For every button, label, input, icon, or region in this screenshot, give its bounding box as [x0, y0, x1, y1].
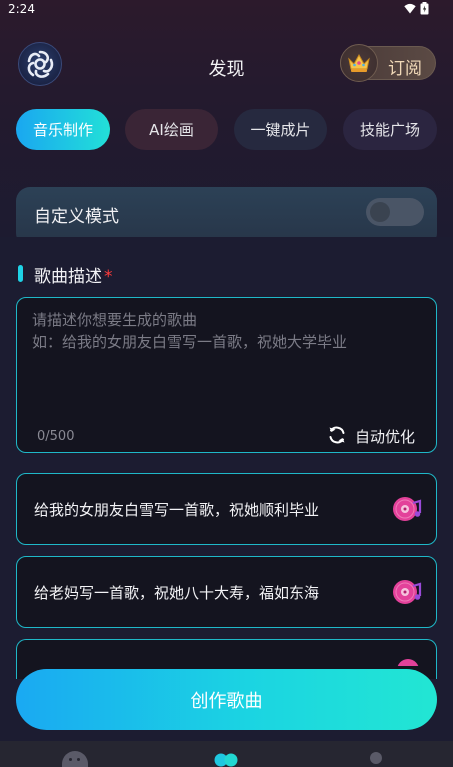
music-disc-icon	[393, 580, 422, 604]
tab-music-creation[interactable]: 音乐制作	[16, 109, 110, 150]
crown-badge	[340, 44, 378, 82]
toggle-knob	[370, 202, 390, 222]
chat-eye-right	[77, 758, 80, 761]
music-disc-icon	[397, 659, 419, 666]
chat-eye-left	[69, 758, 72, 761]
create-song-button[interactable]: 创作歌曲	[16, 669, 437, 730]
discover-nav-icon[interactable]	[213, 752, 239, 767]
tab-ai-painting[interactable]: AI绘画	[125, 109, 218, 150]
required-mark: *	[104, 267, 113, 287]
input-placeholder-line1: 请描述你想要生成的歌曲	[32, 311, 198, 329]
wifi-icon	[404, 3, 416, 14]
tab-one-click-video[interactable]: 一键成片	[234, 109, 327, 150]
section-marker	[18, 265, 23, 282]
auto-optimize-button[interactable]: 自动优化	[355, 426, 415, 447]
section-title: 歌曲描述 *	[34, 267, 113, 287]
char-counter: 0/500	[37, 429, 75, 444]
crown-icon	[348, 53, 370, 72]
tab-skill-plaza[interactable]: 技能广场	[343, 109, 437, 150]
input-placeholder-line2: 如：给我的女朋友白雪写一首歌，祝她大学毕业	[32, 333, 348, 351]
profile-nav-icon[interactable]	[370, 752, 382, 764]
example-prompt-text: 给老妈写一首歌，祝她八十大寿，福如东海	[34, 584, 320, 602]
refresh-icon[interactable]	[327, 425, 347, 445]
example-prompt-text: 给我的女朋友白雪写一首歌，祝她顺利毕业	[34, 501, 320, 519]
status-time: 2:24	[8, 2, 35, 16]
custom-mode-label: 自定义模式	[34, 207, 119, 227]
battery-icon	[420, 2, 429, 15]
music-disc-icon	[393, 497, 422, 521]
subscribe-label: 订阅	[388, 59, 422, 79]
